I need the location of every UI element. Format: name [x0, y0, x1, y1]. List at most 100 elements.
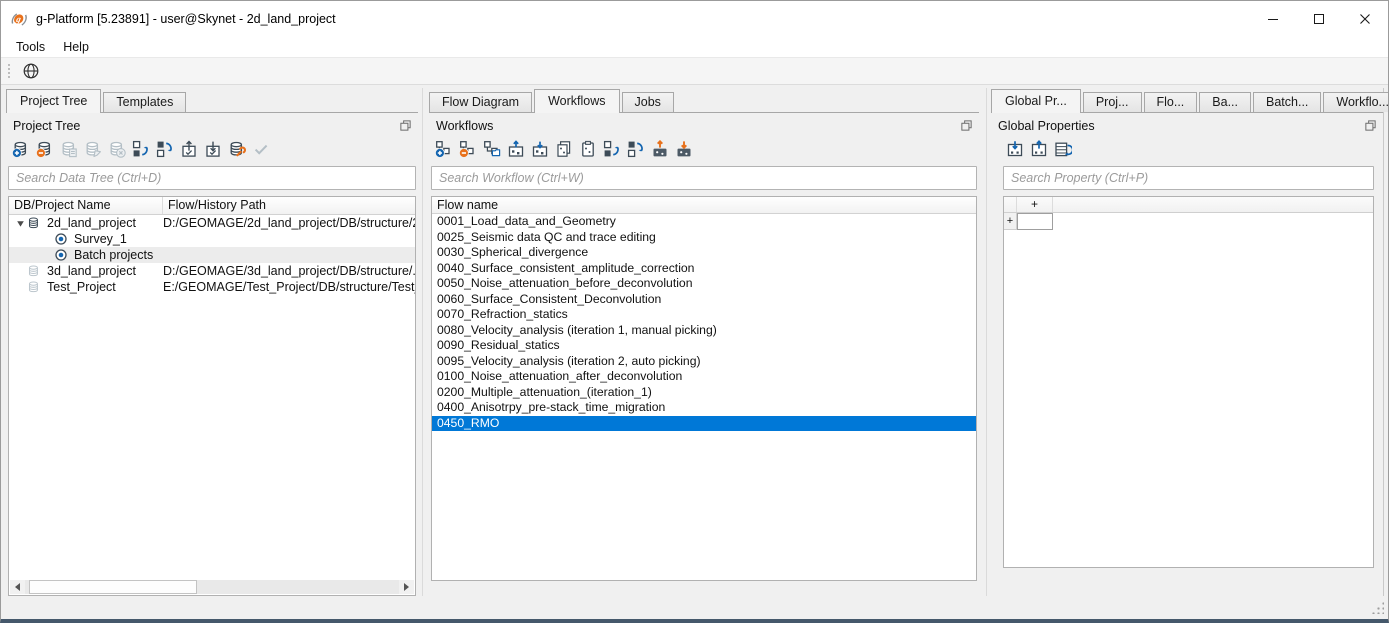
workflow-list-item[interactable]: 0200_Multiple_attenuation_(iteration_1) — [432, 385, 976, 401]
title-bar[interactable]: g-Platform [5.23891] - user@Skynet - 2d_… — [1, 1, 1388, 37]
maximize-button[interactable] — [1296, 1, 1342, 37]
repair-database-icon — [228, 140, 246, 158]
refresh-ccw-button[interactable] — [602, 139, 622, 159]
property-cell-empty[interactable] — [1017, 213, 1053, 230]
table-row-test-project[interactable]: Test_Project E:/GEOMAGE/Test_Project/DB/… — [9, 279, 415, 295]
workflow-list-item[interactable]: 0040_Surface_consistent_amplitude_correc… — [432, 261, 976, 277]
tab-workflows[interactable]: Workflows — [534, 89, 620, 113]
add-workflow-button[interactable] — [434, 139, 454, 159]
open-workflow-button[interactable] — [482, 139, 502, 159]
add-column-header[interactable]: + — [1017, 197, 1053, 212]
workflow-list-item[interactable]: 0400_Anisotrpy_pre-stack_time_migration — [432, 400, 976, 416]
splitter-left[interactable] — [422, 88, 423, 596]
scroll-right-button[interactable] — [399, 580, 414, 594]
database-light-icon — [27, 264, 42, 278]
scrollbar-track[interactable] — [25, 580, 399, 594]
export-workflow-button[interactable] — [506, 139, 526, 159]
float-panel-button[interactable] — [959, 119, 973, 133]
workflow-list-item[interactable]: 0030_Spherical_divergence — [432, 245, 976, 261]
tab-workflow-properties[interactable]: Workflo... — [1323, 92, 1388, 112]
workflow-list-item[interactable]: 0090_Residual_statics — [432, 338, 976, 354]
project-path: D:/GEOMAGE/3d_land_project/DB/structure/… — [163, 264, 415, 278]
copy-database-button[interactable] — [59, 139, 79, 159]
tab-project-properties[interactable]: Proj... — [1082, 92, 1142, 112]
right-tab-bar: Global Pr... Proj... Flo... Ba... Batch.… — [991, 88, 1388, 113]
tab-flow-properties[interactable]: Flo... — [1143, 92, 1198, 112]
window-title: g-Platform [5.23891] - user@Skynet - 2d_… — [36, 12, 336, 26]
scrollbar-thumb[interactable] — [29, 580, 197, 594]
table-row-survey-1[interactable]: Survey_1 — [9, 231, 415, 247]
refresh-cw-button[interactable] — [155, 139, 175, 159]
resize-grip[interactable] — [1371, 601, 1384, 614]
workflow-list-item[interactable]: 0450_RMO — [432, 415, 976, 431]
archive-import-icon — [675, 140, 693, 158]
workflow-list-item[interactable]: 0025_Seismic data QC and trace editing — [432, 230, 976, 246]
search-property-input[interactable] — [1003, 166, 1374, 190]
menu-tools[interactable]: Tools — [7, 38, 54, 56]
workflow-list-item[interactable]: 0080_Velocity_analysis (iteration 1, man… — [432, 323, 976, 339]
expander-icon[interactable] — [14, 218, 27, 229]
table-row-2d-land-project[interactable]: 2d_land_project D:/GEOMAGE/2d_land_proje… — [9, 215, 415, 231]
import-properties-button[interactable] — [1005, 139, 1025, 159]
search-data-tree-input[interactable] — [8, 166, 416, 190]
copy-workflow-button[interactable] — [554, 139, 574, 159]
splitter-right[interactable] — [986, 88, 987, 596]
add-database-button[interactable] — [11, 139, 31, 159]
float-panel-button[interactable] — [398, 119, 412, 133]
delete-database-button[interactable] — [107, 139, 127, 159]
workflow-list-item[interactable]: 0060_Surface_Consistent_Deconvolution — [432, 292, 976, 308]
batch-projects-name: Batch projects — [74, 248, 154, 262]
refresh-ccw-button[interactable] — [131, 139, 151, 159]
refresh-properties-button[interactable] — [1053, 139, 1073, 159]
column-header-db-project-name[interactable]: DB/Project Name — [9, 197, 163, 214]
float-panel-button[interactable] — [1363, 119, 1377, 133]
workflow-list-item[interactable]: 0001_Load_data_and_Geometry — [432, 214, 976, 230]
tab-jobs[interactable]: Jobs — [621, 92, 674, 112]
radio-icon — [54, 248, 69, 262]
close-button[interactable] — [1342, 1, 1388, 37]
workflow-list-item[interactable]: 0070_Refraction_statics — [432, 307, 976, 323]
export-database-button[interactable] — [203, 139, 223, 159]
scroll-left-button[interactable] — [10, 580, 25, 594]
import-workflow-icon — [531, 140, 549, 158]
tab-batch-properties[interactable]: Batch... — [1253, 92, 1322, 112]
minimize-button[interactable] — [1250, 1, 1296, 37]
refresh-cw-button[interactable] — [626, 139, 646, 159]
import-workflow-button[interactable] — [530, 139, 550, 159]
tab-project-tree[interactable]: Project Tree — [6, 89, 102, 113]
remove-database-button[interactable] — [35, 139, 55, 159]
remove-workflow-button[interactable] — [458, 139, 478, 159]
workflow-list-item[interactable]: 0050_Noise_attenuation_before_deconvolut… — [432, 276, 976, 292]
release-database-button[interactable] — [83, 139, 103, 159]
horizontal-scrollbar[interactable] — [10, 580, 414, 594]
column-header-flow-name[interactable]: Flow name — [432, 197, 498, 213]
panel-title-workflows: Workflows — [436, 118, 494, 133]
export-properties-button[interactable] — [1029, 139, 1049, 159]
validate-check-icon — [252, 140, 270, 158]
tab-batch[interactable]: Ba... — [1199, 92, 1252, 112]
add-row-header[interactable]: + — [1004, 213, 1017, 230]
app-window: g-Platform [5.23891] - user@Skynet - 2d_… — [0, 0, 1389, 623]
table-row-batch-projects[interactable]: Batch projects — [9, 247, 415, 263]
toolbar-grip-handle[interactable] — [7, 63, 12, 79]
search-workflow-input[interactable] — [431, 166, 977, 190]
validate-button[interactable] — [251, 139, 271, 159]
archive-import-button[interactable] — [674, 139, 694, 159]
tab-templates[interactable]: Templates — [103, 92, 187, 112]
archive-export-button[interactable] — [650, 139, 670, 159]
float-icon — [1364, 119, 1377, 132]
workflow-list-item[interactable]: 0095_Velocity_analysis (iteration 2, aut… — [432, 354, 976, 370]
scroll-left-icon — [15, 583, 20, 591]
repair-database-button[interactable] — [227, 139, 247, 159]
project-tree-table-header: DB/Project Name Flow/History Path — [9, 197, 415, 215]
paste-workflow-button[interactable] — [578, 139, 598, 159]
menu-help[interactable]: Help — [54, 38, 98, 56]
globe-button[interactable] — [19, 59, 43, 83]
table-row-3d-land-project[interactable]: 3d_land_project D:/GEOMAGE/3d_land_proje… — [9, 263, 415, 279]
workflow-list-item[interactable]: 0100_Noise_attenuation_after_deconvoluti… — [432, 369, 976, 385]
import-database-button[interactable] — [179, 139, 199, 159]
tab-flow-diagram[interactable]: Flow Diagram — [429, 92, 533, 112]
column-header-flow-history-path[interactable]: Flow/History Path — [163, 197, 415, 214]
tab-global-properties[interactable]: Global Pr... — [991, 89, 1081, 113]
float-icon — [399, 119, 412, 132]
